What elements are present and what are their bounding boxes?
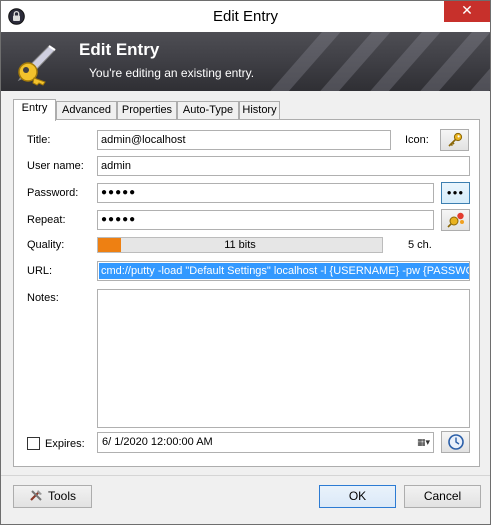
cancel-button[interactable]: Cancel (404, 485, 481, 508)
tools-button-label: Tools (47, 489, 76, 503)
tab-properties[interactable]: Properties (117, 101, 177, 120)
expiry-date-value: 6/ 1/2020 12:00:00 AM (102, 436, 213, 448)
username-label: User name: (27, 160, 84, 172)
password-label: Password: (27, 187, 79, 199)
repeat-label: Repeat: (27, 214, 66, 226)
notes-label: Notes: (27, 292, 59, 304)
ok-button[interactable]: OK (319, 485, 396, 508)
key-icon (447, 132, 462, 147)
title-bar: Edit Entry ✕ (1, 1, 490, 32)
quality-label: Quality: (27, 239, 65, 251)
tab-auto-type[interactable]: Auto-Type (177, 101, 239, 120)
tools-button[interactable]: Tools (13, 485, 92, 508)
tab-entry[interactable]: Entry (13, 99, 56, 121)
username-input[interactable]: admin (97, 156, 470, 176)
tab-advanced[interactable]: Advanced (56, 101, 117, 120)
url-selected-text: cmd://putty -load "Default Settings" loc… (99, 263, 469, 279)
banner-title: Edit Entry (79, 40, 160, 59)
quality-bits: 11 bits (224, 239, 256, 251)
password-generator-button[interactable] (441, 209, 470, 231)
password-quality-bar: 11 bits (97, 237, 383, 253)
key-icon (17, 45, 56, 86)
notes-textarea[interactable] (97, 289, 470, 428)
banner-subtitle: You're editing an existing entry. (89, 66, 255, 80)
url-label: URL: (27, 265, 53, 277)
expires-label: Expires: (45, 438, 85, 450)
icon-picker-button[interactable] (440, 129, 469, 151)
tab-history[interactable]: History (239, 101, 280, 120)
close-button[interactable]: ✕ (444, 1, 490, 22)
expiry-date-picker[interactable]: 6/ 1/2020 12:00:00 AM ▦▾ (97, 432, 434, 453)
calendar-dropdown-icon[interactable]: ▦▾ (406, 435, 430, 450)
footer-separator (1, 475, 490, 476)
password-input[interactable]: ●●●●● (97, 183, 434, 203)
quality-char-count: 5 ch. (408, 239, 432, 251)
expiry-presets-button[interactable] (441, 431, 470, 453)
reveal-password-button[interactable]: ●●● (441, 182, 470, 204)
expires-checkbox[interactable] (27, 437, 40, 450)
header-banner: Edit Entry You're editing an existing en… (1, 32, 490, 91)
title-label: Title: (27, 134, 51, 146)
title-input[interactable]: admin@localhost (97, 130, 391, 150)
clock-icon (447, 434, 464, 450)
window-title: Edit Entry (212, 8, 279, 25)
url-input[interactable]: cmd://putty -load "Default Settings" loc… (97, 261, 470, 281)
tools-icon (30, 490, 42, 501)
repeat-password-input[interactable]: ●●●●● (97, 210, 434, 230)
password-generator-icon (446, 212, 464, 228)
banner-decoration (270, 32, 490, 91)
icon-label: Icon: (405, 134, 429, 146)
edit-entry-window: Edit Entry ✕ Edit Entry You're editing a… (0, 0, 491, 525)
